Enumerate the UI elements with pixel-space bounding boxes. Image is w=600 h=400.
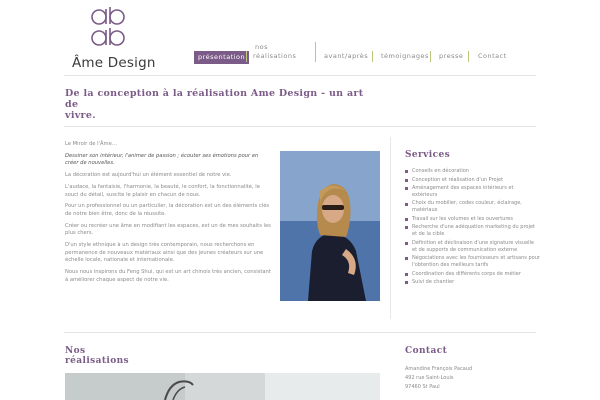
list-item: Travail sur les volumes et les ouverture… bbox=[405, 216, 540, 223]
services-title: Services bbox=[405, 150, 451, 160]
nav-separator bbox=[430, 51, 431, 62]
realisations-photo[interactable] bbox=[65, 373, 380, 400]
nav-item-avant-apres[interactable]: avant/après bbox=[324, 52, 368, 61]
list-item: Négociations avec les fournisseurs et ar… bbox=[405, 255, 540, 269]
services-list: Conseils en décoration Conception et réa… bbox=[405, 168, 540, 288]
portrait-illustration bbox=[280, 151, 380, 301]
nav-item-realisations[interactable]: réalisations bbox=[253, 52, 296, 61]
column-divider bbox=[390, 137, 391, 319]
interior-illustration bbox=[65, 373, 380, 400]
realisations-title-line2: réalisations bbox=[65, 356, 130, 366]
realisations-title: Nos réalisations bbox=[65, 346, 145, 366]
divider bbox=[64, 126, 536, 127]
divider bbox=[64, 332, 536, 333]
contact-address-line1: 492 rue Saint-Louis bbox=[405, 375, 454, 381]
nav-separator bbox=[372, 51, 373, 62]
paragraph: Créer ou recréer une âme en modifiant le… bbox=[65, 222, 271, 237]
paragraph: L'audace, la fantaisie, l'harmonie, la b… bbox=[65, 183, 260, 198]
list-item: Suivi de chantier bbox=[405, 279, 540, 286]
nav-separator bbox=[468, 51, 469, 62]
page-title: De la conception à la réalisation Ame De… bbox=[65, 88, 375, 121]
list-item: Recherche d'une adéquation marketing du … bbox=[405, 224, 540, 238]
nav-separator bbox=[315, 42, 316, 62]
list-item: Conception et réalisation d'un Projet bbox=[405, 177, 540, 184]
paragraph: La décoration est aujourd'hui un élément… bbox=[65, 172, 232, 179]
list-item: Choix du mobilier, codes couleur, éclair… bbox=[405, 200, 540, 214]
nav-item-presse[interactable]: presse bbox=[439, 52, 463, 61]
nav-item-contact[interactable]: Contact bbox=[478, 52, 507, 61]
paragraph: Le Miroir de l'Âme… bbox=[65, 141, 117, 147]
site-logo[interactable]: Âme Design bbox=[66, 5, 155, 73]
nav-item-temoignages[interactable]: témoignages bbox=[381, 52, 429, 61]
list-item: Coordination des différents corps de mét… bbox=[405, 271, 540, 278]
contact-address-line2: 97460 St Paul bbox=[405, 384, 440, 390]
realisations-title-line1: Nos bbox=[65, 346, 86, 356]
designer-portrait-photo bbox=[280, 151, 380, 301]
contact-name: Amandine François Pacaud bbox=[405, 366, 473, 372]
contact-title: Contact bbox=[405, 346, 448, 356]
paragraph: Nous nous inspirons du Feng Shui, qui es… bbox=[65, 269, 271, 283]
logo-text: Âme Design bbox=[72, 55, 156, 71]
divider bbox=[64, 75, 536, 76]
list-item: Conseils en décoration bbox=[405, 168, 540, 175]
nav-item-nos[interactable]: nos bbox=[255, 43, 268, 52]
list-item: Aménagement des espaces intérieurs et ex… bbox=[405, 185, 540, 199]
paragraph: D'un style ethnique à un design très con… bbox=[65, 242, 264, 264]
lead-paragraph: Dessiner son intérieur, l'animer de pass… bbox=[65, 152, 259, 167]
nav-item-presentation[interactable]: présentation bbox=[194, 51, 250, 64]
page-title-line1: De la conception à la réalisation Ame De… bbox=[65, 88, 364, 110]
contact-details: Amandine François Pacaud 492 rue Saint-L… bbox=[405, 365, 472, 392]
list-item: Définition et déclinaison d'une signatur… bbox=[405, 240, 540, 254]
presentation-text: Le Miroir de l'Âme… Dessiner son intérie… bbox=[65, 141, 271, 288]
nav-separator bbox=[246, 51, 247, 62]
logo-monogram-icon bbox=[91, 7, 125, 46]
paragraph: Pour un professionnel ou un particulier,… bbox=[65, 203, 270, 217]
page-title-line2: vivre. bbox=[65, 110, 96, 121]
